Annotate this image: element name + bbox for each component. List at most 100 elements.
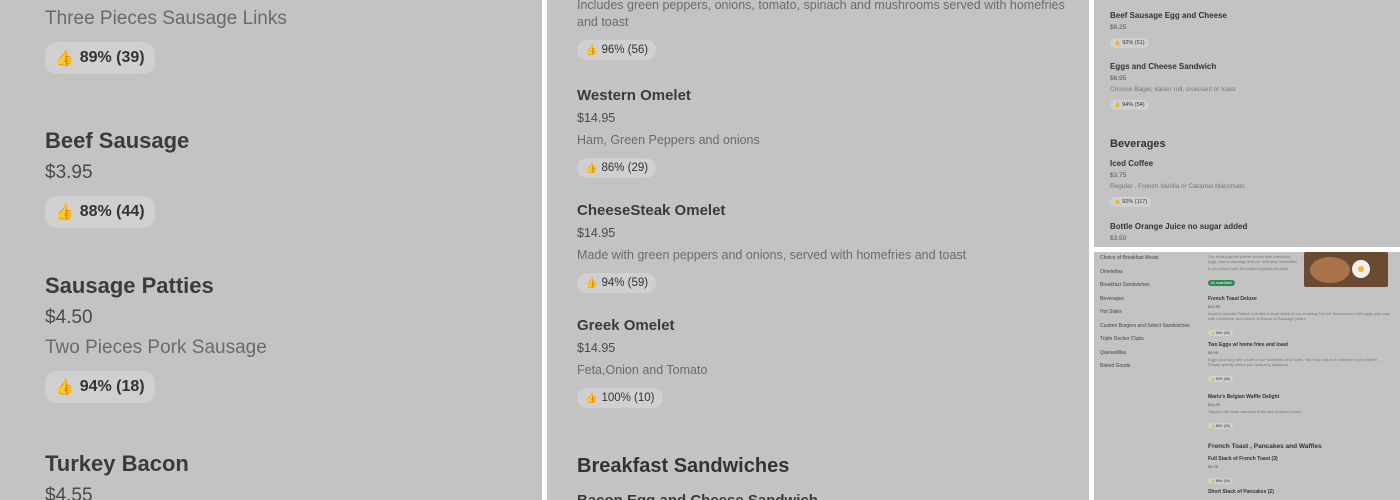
item-price: $4.50 <box>45 307 93 328</box>
item-price: $3.75 <box>1110 172 1127 179</box>
item-price: $4.55 <box>45 485 93 500</box>
item-description: Three Pieces Sausage Links <box>45 8 287 29</box>
rating-badge: 👍 94% (54) <box>1110 100 1149 110</box>
item-price: $3.95 <box>45 162 93 183</box>
item-description: Feta,Onion and Tomato <box>577 363 708 377</box>
menu-item-veggie-omelet[interactable]: Includes green peppers, onions, tomato, … <box>577 0 1077 60</box>
thumbs-up-icon: 👍 <box>585 392 598 404</box>
sidebar-item-beverages[interactable]: Beverages <box>1100 293 1210 307</box>
sidebar-item-triple-decker-clubs[interactable]: Triple Decker Clubs <box>1100 333 1210 347</box>
item-price: $14.95 <box>577 226 616 240</box>
item-price: $14.95 <box>1208 304 1221 309</box>
thumbs-up-icon: 👍 <box>55 50 74 67</box>
sidebar-item-breakfast-meats[interactable]: Choice of Breakfast Meats <box>1100 252 1210 266</box>
thumbs-up-icon: 👍 <box>55 204 74 221</box>
rating-badge: 👍 94% (18) <box>45 371 155 403</box>
menu-item-turkey-bacon[interactable]: Turkey Bacon $4.55 <box>45 451 189 500</box>
item-name: Western Omelet <box>577 87 691 104</box>
menu-item-cheesesteak-omelet[interactable]: CheeseSteak Omelet $14.95 Made with gree… <box>577 202 1077 293</box>
menu-item-eggs-cheese-sandwich[interactable]: Eggs and Cheese Sandwich $6.95 Choose Ba… <box>1110 62 1390 111</box>
item-description: Regular , French Vanilla or Caramel Macc… <box>1110 183 1245 190</box>
page-overview-panel: Choice of Breakfast Meats Omelettes Brea… <box>1094 252 1400 500</box>
rating-badge: 👍 88% (36) <box>1208 478 1233 484</box>
item-description: Another favorite Platter! Includes a sho… <box>1208 311 1390 321</box>
thumbs-up-icon: 👍 <box>1211 331 1215 335</box>
sidebar-item-quesadillas[interactable]: Quesadillas <box>1100 347 1210 361</box>
rating-badge: 👍 94% (59) <box>577 273 657 293</box>
rating-badge: 👍 96% (56) <box>577 40 657 60</box>
rating-badge: 👍 86% (29) <box>577 158 657 178</box>
item-price: $14.95 <box>577 111 616 125</box>
rating-badge: 👍 96% (46) <box>1208 330 1233 336</box>
menu-item-sausage-patties[interactable]: Sausage Patties $4.50 Two Pieces Pork Sa… <box>45 273 267 403</box>
item-name: CheeseSteak Omelet <box>577 202 726 219</box>
menu-item-orange-juice[interactable]: Bottle Orange Juice no sugar added $3.50 <box>1110 222 1390 242</box>
sidebar-item-omelettes[interactable]: Omelettes <box>1100 266 1210 280</box>
item-description: Includes green peppers, onions, tomato, … <box>577 0 1065 29</box>
sidebar-item-hot-sides[interactable]: Hot Sides <box>1100 306 1210 320</box>
menu-item-two-eggs[interactable]: Two Eggs w/ home fries and toast $9.95 E… <box>1208 342 1390 385</box>
thumbs-up-icon: 👍 <box>1211 479 1215 483</box>
item-name: Turkey Bacon <box>45 451 189 476</box>
rating-badge: 👍 92% (117) <box>1110 197 1152 207</box>
item-description: Our most popular platter comes with panc… <box>1208 254 1298 264</box>
item-name: Beef Sausage Egg and Cheese <box>1110 11 1227 20</box>
menu-item-iced-coffee[interactable]: Iced Coffee $3.75 Regular , French Vanil… <box>1110 159 1390 208</box>
yolk-shape <box>1358 266 1364 272</box>
thumbs-up-icon: 👍 <box>55 379 74 396</box>
item-price: $14.95 <box>1208 402 1221 407</box>
thumbs-up-icon: 👍 <box>585 44 598 56</box>
rating-badge: 👍 100% (10) <box>577 388 663 408</box>
thumbs-up-icon: 👍 <box>585 162 598 174</box>
item-name: Short Stack of Pancakes (2) <box>1208 489 1274 495</box>
item-description: Ham, Green Peppers and onions <box>577 133 760 147</box>
rating-badge: 👍 92% (51) <box>1110 38 1149 48</box>
item-name: Iced Coffee <box>1110 159 1154 168</box>
thumbs-up-icon: 👍 <box>1211 377 1215 381</box>
menu-item-featured-platter[interactable]: Our most popular platter comes with panc… <box>1208 254 1302 289</box>
featured-platter-image <box>1304 252 1388 287</box>
rating-badge: 👍 86% (30) <box>1208 423 1233 429</box>
sidebar-item-custom-burgers[interactable]: Custom Burgers and Select Sandwiches <box>1100 320 1210 334</box>
item-description: Choose Bagel, kaiser roll, croissant or … <box>1110 86 1236 93</box>
thumbs-up-icon: 👍 <box>1114 102 1121 108</box>
menu-item-bacon-egg-cheese[interactable]: Bacon Egg and Cheese Sandwich <box>577 492 1077 500</box>
item-price: $14.95 <box>577 341 616 355</box>
item-name: Two Eggs w/ home fries and toast <box>1208 342 1289 348</box>
item-description: Made with green peppers and onions, serv… <box>577 248 967 262</box>
menu-item-greek-omelet[interactable]: Greek Omelet $14.95 Feta,Onion and Tomat… <box>577 317 1077 408</box>
item-description: Eggs your way with a side of our homefri… <box>1208 357 1380 367</box>
item-name: Mario's Belgian Waffle Delight <box>1208 394 1280 400</box>
menu-item-french-toast-deluxe[interactable]: French Toast Deluxe $14.95 Another favor… <box>1208 296 1390 339</box>
section-heading-beverages: Beverages <box>1110 138 1166 150</box>
menu-item-short-stack-pancakes[interactable]: Short Stack of Pancakes (2) <box>1208 489 1390 495</box>
item-price: $9.95 <box>1208 350 1219 355</box>
menu-item-western-omelet[interactable]: Western Omelet $14.95 Ham, Green Peppers… <box>577 87 1077 178</box>
menu-item-beef-sausage-egg-cheese[interactable]: Beef Sausage Egg and Cheese $8.25 👍 92% (… <box>1110 11 1390 49</box>
menu-item-beef-sausage[interactable]: Beef Sausage $3.95 👍 88% (44) <box>45 128 189 228</box>
sidebar-item-baked-goods[interactable]: Baked Goods <box>1100 360 1210 374</box>
menu-item-belgian-waffle[interactable]: Mario's Belgian Waffle Delight $14.95 To… <box>1208 394 1390 432</box>
menu-item-sausage-links[interactable]: Three Pieces Sausage Links 👍 89% (39) <box>45 0 287 74</box>
thumbs-up-icon: 👍 <box>1114 40 1121 46</box>
rating-badge: 👍 89% (46) <box>1208 376 1233 382</box>
plate-shape <box>1310 257 1350 283</box>
rating-badge: 👍 88% (44) <box>45 196 155 228</box>
sidebar-item-breakfast-sandwiches[interactable]: Breakfast Sandwiches <box>1100 279 1210 293</box>
item-name: Beef Sausage <box>45 128 190 153</box>
menu-item-full-stack-french-toast[interactable]: Full Stack of French Toast (3) $9.95 👍 88… <box>1208 456 1390 487</box>
item-name: French Toast Deluxe <box>1208 296 1257 302</box>
item-description: Two Pieces Pork Sausage <box>45 337 267 358</box>
item-description-note: If you select from the baked ingredients… <box>1208 266 1292 271</box>
most-liked-badge: #1 most liked <box>1208 280 1235 286</box>
thumbs-up-icon: 👍 <box>585 277 598 289</box>
section-heading-breakfast-sandwiches: Breakfast Sandwiches <box>577 455 790 477</box>
item-price: $3.50 <box>1110 235 1127 242</box>
item-name: Bottle Orange Juice no sugar added <box>1110 222 1248 231</box>
item-price: $6.95 <box>1110 75 1127 82</box>
item-name: Bacon Egg and Cheese Sandwich <box>577 492 1077 500</box>
item-name: Full Stack of French Toast (3) <box>1208 456 1278 462</box>
item-price: $8.25 <box>1110 24 1127 31</box>
zoom-panel-breakfast-meats: Three Pieces Sausage Links 👍 89% (39) Bee… <box>0 0 542 500</box>
item-name: Eggs and Cheese Sandwich <box>1110 62 1217 71</box>
